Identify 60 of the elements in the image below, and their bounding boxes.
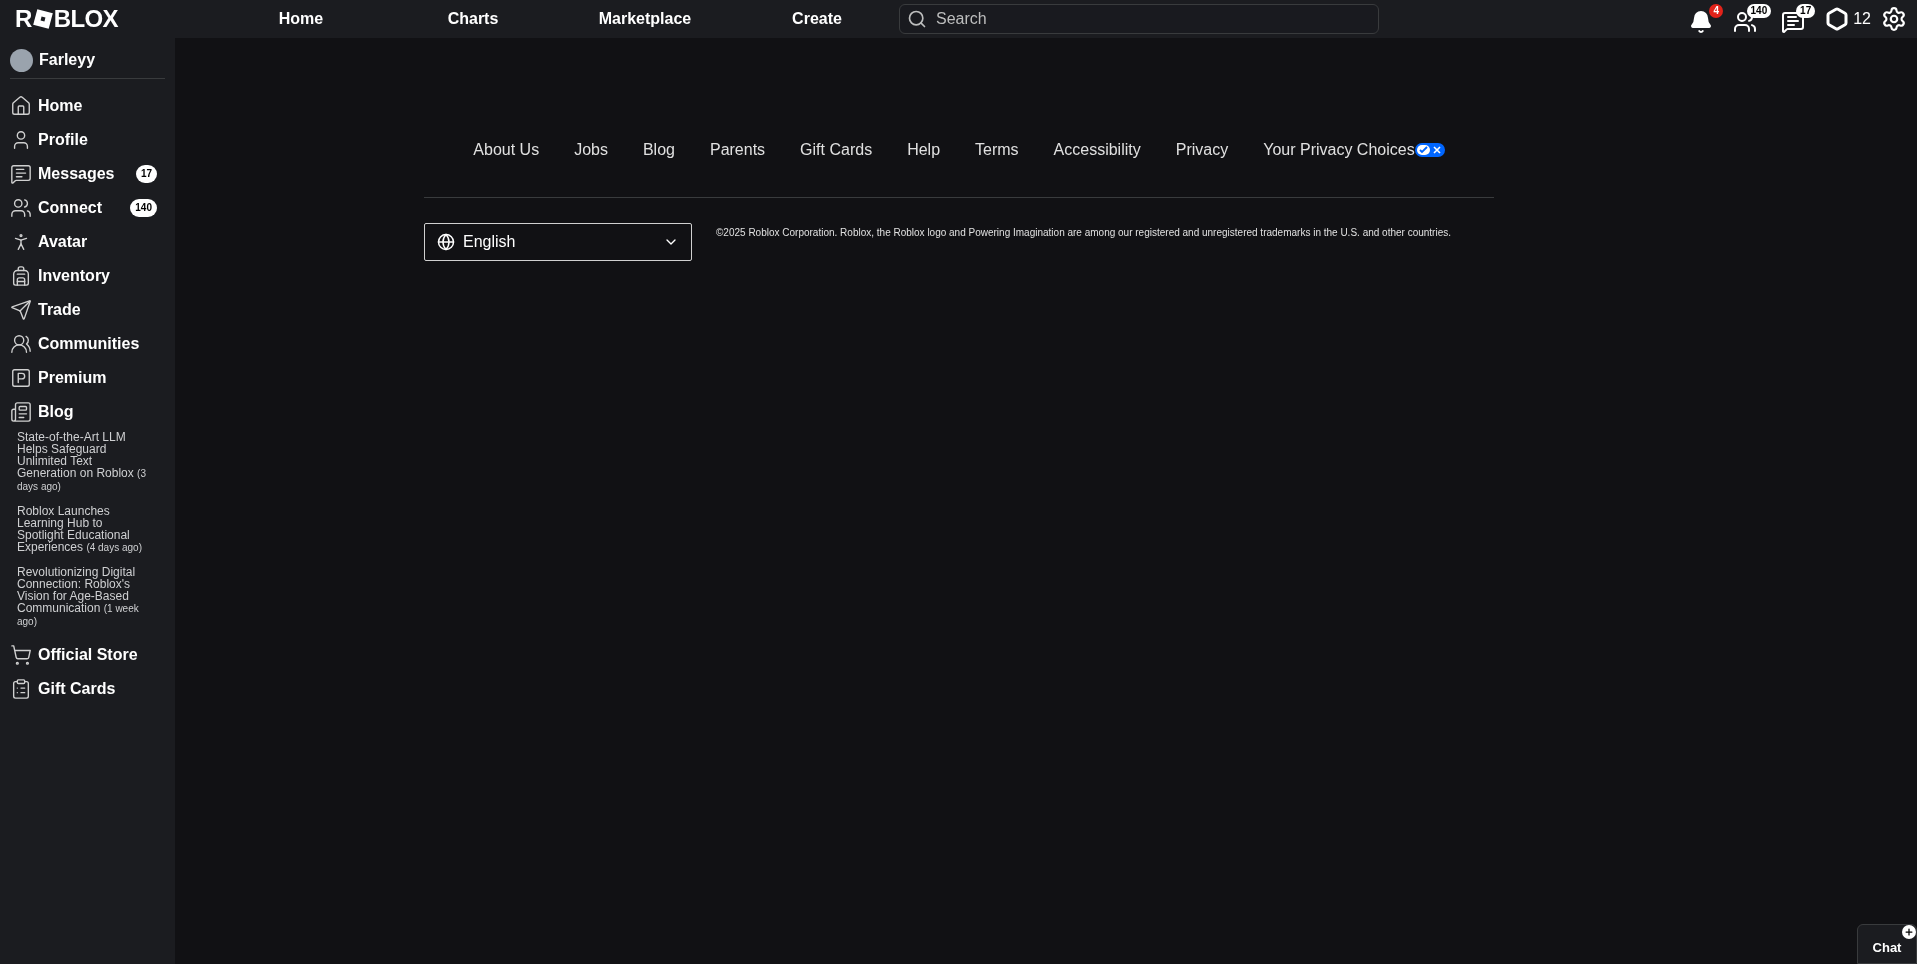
- blog-post-link[interactable]: State-of-the-Art LLM Helps Safeguard Unlimited Text Generation on Roblox (3 days ago): [17, 431, 147, 493]
- cart-icon: [10, 644, 32, 666]
- count-badge: 17: [135, 165, 157, 183]
- group-icon: [10, 333, 32, 355]
- gift-card-icon: [10, 678, 32, 700]
- language-select[interactable]: English: [424, 223, 692, 261]
- people-icon: [10, 197, 32, 219]
- sidebar-item[interactable]: Official Store: [10, 638, 165, 672]
- nav-link[interactable]: Home: [215, 7, 387, 31]
- footer-link[interactable]: Parents: [709, 138, 766, 162]
- backpack-icon: [10, 265, 32, 287]
- robux-button[interactable]: 12: [1825, 7, 1871, 31]
- username[interactable]: Farleyy: [39, 48, 96, 72]
- privacy-toggle-icon: [1414, 143, 1445, 157]
- footer-link[interactable]: Terms: [975, 138, 1019, 162]
- blog-post-link[interactable]: Roblox Launches Learning Hub to Spotlight Educational Experiences (4 days ago): [17, 505, 147, 554]
- footer-link[interactable]: Your Privacy Choices: [1263, 138, 1445, 162]
- robux-icon: [1825, 7, 1850, 31]
- count-badge: 4: [1709, 4, 1724, 18]
- sidebar-item[interactable]: Connect 140: [10, 191, 165, 225]
- home-icon: [10, 95, 32, 117]
- sidebar-item[interactable]: Premium: [10, 361, 165, 395]
- settings-icon: [1881, 6, 1907, 32]
- messages-button[interactable]: 17: [1781, 4, 1816, 34]
- premium-icon: [10, 367, 32, 389]
- sidebar-item[interactable]: Communities: [10, 327, 165, 361]
- roblox-logo[interactable]: R BLOX: [15, 1, 205, 37]
- sidebar-item[interactable]: Gift Cards: [10, 672, 165, 706]
- sidebar-item[interactable]: Avatar: [10, 225, 165, 259]
- count-badge: 140: [130, 199, 157, 217]
- sidebar-item[interactable]: Blog: [10, 395, 165, 429]
- friends-button[interactable]: 140: [1733, 4, 1772, 34]
- globe-icon: [437, 233, 455, 251]
- blog-post-link[interactable]: Revolutionizing Digital Connection: Roblox's Vision for Age-Based Communication (1 week ago): [17, 566, 147, 628]
- sidebar-item[interactable]: Inventory: [10, 259, 165, 293]
- footer-link[interactable]: Help: [907, 138, 941, 162]
- copyright-text: ©2025 Roblox Corporation. Roblox, the Roblox logo and Powering Imagination are among our registered and unregistered trademarks in the U.S. and other countries.: [716, 226, 1451, 240]
- search-field[interactable]: Search: [899, 4, 1379, 34]
- sidebar-item[interactable]: Trade: [10, 293, 165, 327]
- footer-link[interactable]: Privacy: [1175, 138, 1229, 162]
- sidebar-item[interactable]: Profile: [10, 123, 165, 157]
- nav-link[interactable]: Charts: [387, 7, 559, 31]
- plus-icon: [1902, 925, 1916, 939]
- footer-link[interactable]: Blog: [642, 138, 675, 162]
- blog-icon: [10, 401, 32, 423]
- count-badge: 140: [1746, 4, 1772, 18]
- footer-link[interactable]: Jobs: [574, 138, 608, 162]
- nav-link[interactable]: Marketplace: [559, 7, 731, 31]
- search-icon: [907, 9, 927, 29]
- notifications-button[interactable]: 4: [1689, 4, 1724, 34]
- footer-link[interactable]: Gift Cards: [800, 138, 873, 162]
- count-badge: 17: [1796, 4, 1816, 18]
- sidebar-item[interactable]: Messages 17: [10, 157, 165, 191]
- footer-link[interactable]: About Us: [473, 138, 540, 162]
- bell-icon: [1689, 10, 1714, 34]
- footer-link[interactable]: Accessibility: [1053, 138, 1141, 162]
- sidebar-item[interactable]: Home: [10, 89, 165, 123]
- message-icon: [10, 163, 32, 185]
- chat-button[interactable]: Chat: [1857, 924, 1917, 964]
- settings-button[interactable]: [1881, 6, 1907, 32]
